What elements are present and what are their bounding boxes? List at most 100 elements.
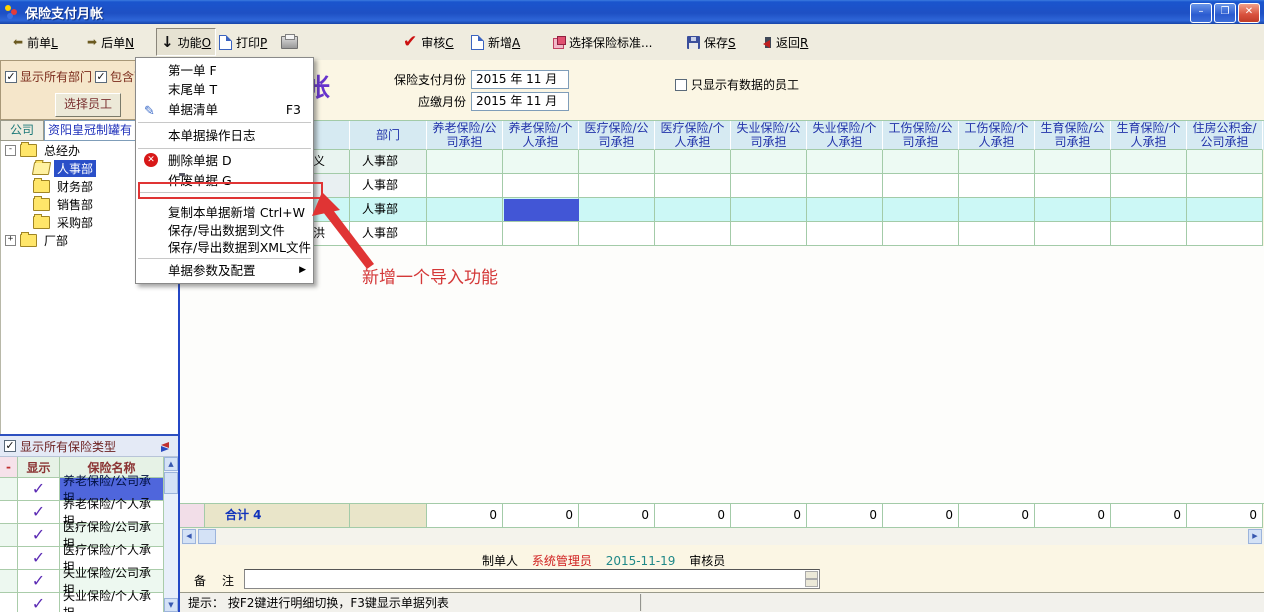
check-icon[interactable]: ✓ [32, 597, 45, 611]
total-label: 合计 4 [205, 504, 350, 528]
maker-label: 制单人 [482, 554, 518, 568]
column-header[interactable]: 住房公积金/公司承担 [1187, 121, 1263, 150]
show-all-insurance-checkbox[interactable] [4, 440, 16, 452]
title-bar: 保险支付月帐 – ❐ ✕ [0, 0, 1264, 24]
prev-icon: ⬅ [13, 35, 23, 49]
functions-menu-popup: 第一单 F 末尾单 T ✎ 单据清单F3 本单据操作日志 ✕ 删除单据 D 作废… [135, 57, 314, 284]
check-icon[interactable]: ✓ [32, 482, 45, 496]
table-row[interactable]: 人事部 [180, 174, 1264, 198]
collapse-column-header[interactable]: - [0, 457, 18, 477]
column-header[interactable]: 部门 [350, 121, 427, 150]
column-header[interactable]: 失业保险/公司承担 [731, 121, 807, 150]
next-icon: ➡ [87, 35, 97, 49]
column-header[interactable]: 医疗保险/个人承担 [655, 121, 731, 150]
select-insurance-standard-button[interactable]: 选择保险标准... [548, 28, 657, 56]
horizontal-scrollbar[interactable]: ◀ ▶ [180, 528, 1264, 545]
menu-item-first-doc[interactable]: 第一单 F [136, 61, 313, 80]
row-cells[interactable] [427, 150, 1263, 174]
note-input[interactable] [244, 569, 820, 589]
check-icon[interactable]: ✓ [32, 551, 45, 565]
scroll-up-icon[interactable]: ▲ [164, 457, 178, 471]
scrollbar-thumb[interactable] [198, 529, 216, 544]
show-all-depts-checkbox[interactable] [5, 71, 17, 83]
status-hint: 提示： 按F2键进行明细切换，F3键显示单据列表 [182, 594, 642, 611]
functions-menu-button[interactable]: ↓ 功能O [156, 28, 216, 56]
menu-blank-slot [136, 195, 313, 204]
list-icon: ✎ [144, 101, 155, 122]
check-icon[interactable]: ✓ [32, 528, 45, 542]
folder-icon [20, 144, 37, 157]
folder-icon [33, 216, 50, 229]
menu-item-delete-doc[interactable]: ✕ 删除单据 D [136, 151, 313, 171]
save-button[interactable]: 保存S [682, 28, 741, 56]
status-bar: 提示： 按F2键进行明细切换，F3键显示单据列表 [180, 592, 1264, 612]
table-row-selected[interactable]: 人事部 [180, 198, 1264, 222]
submenu-arrow-icon: ▶ [299, 261, 306, 280]
swap-panel-icon[interactable] [158, 441, 172, 452]
menu-item-last-doc[interactable]: 末尾单 T [136, 80, 313, 99]
check-icon[interactable]: ✓ [32, 574, 45, 588]
due-month-input[interactable]: 2015 年 11 月 [471, 92, 569, 111]
summary-row: 合计 4 0 0 0 0 0 0 0 0 0 0 0 [180, 503, 1264, 528]
next-doc-button[interactable]: ➡ 后单N [82, 28, 139, 56]
menu-item-export-xml[interactable]: 保存/导出数据到XML文件 [136, 239, 313, 256]
column-header[interactable]: 生育保险/公司承担 [1035, 121, 1111, 150]
include-sub-checkbox[interactable] [95, 71, 107, 83]
app-icon [4, 4, 20, 20]
table-row[interactable]: 义 人事部 [180, 150, 1264, 174]
insurance-types-panel: 显示所有保险类型 - 显示 保险名称 ✓ 养老保险/公司承担 ✓ 养老保险/个人… [0, 434, 178, 612]
row-cells[interactable] [427, 222, 1263, 246]
select-staff-button[interactable]: 选择员工 [55, 93, 121, 117]
check-icon[interactable]: ✓ [32, 505, 45, 519]
selected-cell[interactable] [504, 199, 579, 221]
return-button[interactable]: 返回R [754, 28, 813, 56]
collapse-icon[interactable]: - [5, 145, 16, 156]
insurance-scrollbar[interactable]: ▲ ▼ [164, 457, 178, 612]
column-header[interactable]: 养老保险/个人承担 [503, 121, 579, 150]
audit-button[interactable]: ✔ 审核C [398, 28, 459, 56]
note-label: 备 注 [194, 572, 236, 589]
document-footer: 制单人 系统管理员 2015-11-19 审核员 备 注 [180, 545, 1264, 592]
column-header[interactable]: 工伤保险/个人承担 [959, 121, 1035, 150]
row-cells[interactable] [427, 174, 1263, 198]
add-button[interactable]: 新增A [466, 28, 525, 56]
scroll-left-icon[interactable]: ◀ [182, 529, 196, 544]
column-header[interactable]: 养老保险/公司承担 [427, 121, 503, 150]
new-document-icon [471, 35, 484, 50]
exit-icon [759, 36, 772, 49]
scrollbar-thumb[interactable] [164, 472, 178, 494]
menu-item-doc-list[interactable]: ✎ 单据清单F3 [136, 99, 313, 120]
menu-separator [138, 258, 311, 259]
company-label: 公司 [0, 120, 44, 141]
insurance-row[interactable]: ✓ 失业保险/个人承担 [0, 593, 164, 612]
menu-item-void-doc[interactable]: 作废单据 G [136, 171, 313, 190]
menu-item-export-file[interactable]: 保存/导出数据到文件 [136, 222, 313, 239]
only-with-data-checkbox[interactable] [675, 79, 687, 91]
scroll-down-icon[interactable]: ▼ [164, 598, 178, 612]
printer-button[interactable] [276, 28, 303, 56]
table-row[interactable]: 洪 人事部 [180, 222, 1264, 246]
toolbar: ⬅ 前单L ➡ 后单N ↓ 功能O 打印P ✔ 审核C 新增A 选择保险标准..… [0, 24, 1264, 61]
menu-separator [138, 192, 311, 193]
close-button[interactable]: ✕ [1238, 3, 1260, 23]
menu-item-copy-new[interactable]: 复制本单据新增Ctrl+W [136, 204, 313, 222]
column-header[interactable]: 医疗保险/公司承担 [579, 121, 655, 150]
menu-item-operation-log[interactable]: 本单据操作日志 [136, 125, 313, 146]
down-arrow-icon: ↓ [161, 35, 174, 49]
pay-month-input[interactable]: 2015 年 11 月 [471, 70, 569, 89]
pay-month-label: 保险支付月份 [382, 71, 466, 88]
due-month-label: 应缴月份 [382, 93, 466, 110]
note-spinner[interactable] [805, 571, 818, 587]
column-header[interactable]: 生育保险/个人承担 [1111, 121, 1187, 150]
scroll-right-icon[interactable]: ▶ [1248, 529, 1262, 544]
menu-item-doc-params[interactable]: 单据参数及配置▶ [136, 261, 313, 280]
minimize-button[interactable]: – [1190, 3, 1212, 23]
only-with-data-label: 只显示有数据的员工 [691, 76, 799, 93]
expand-icon[interactable]: + [5, 235, 16, 246]
prev-doc-button[interactable]: ⬅ 前单L [8, 28, 63, 56]
print-button[interactable]: 打印P [214, 28, 272, 56]
maximize-button[interactable]: ❐ [1214, 3, 1236, 23]
window-title: 保险支付月帐 [25, 3, 103, 22]
column-header[interactable]: 失业保险/个人承担 [807, 121, 883, 150]
column-header[interactable]: 工伤保险/公司承担 [883, 121, 959, 150]
